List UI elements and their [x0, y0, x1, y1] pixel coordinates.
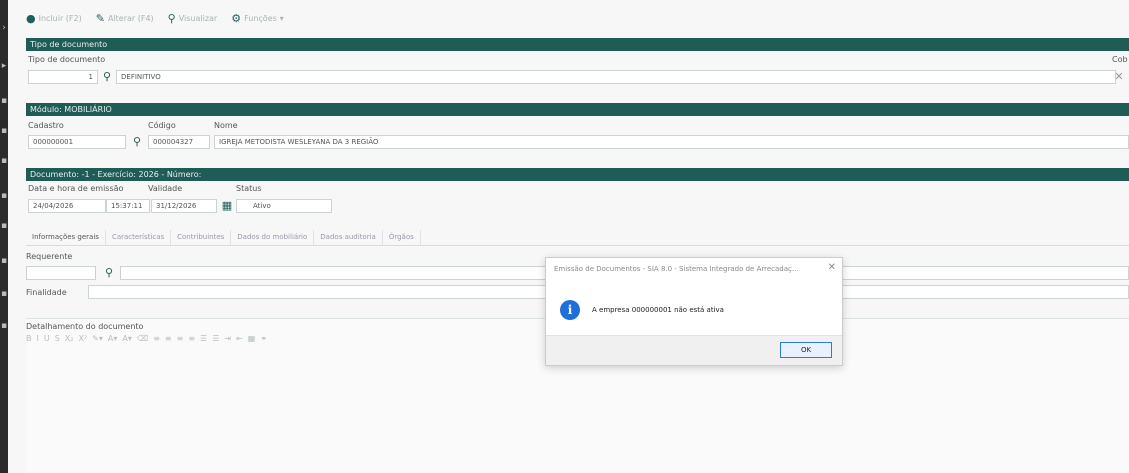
underline-icon[interactable]: U	[44, 334, 50, 343]
sidebar-icon[interactable]: ▪	[0, 220, 8, 232]
bold-icon[interactable]: B	[26, 334, 32, 343]
search-icon: ⚲	[167, 11, 176, 25]
plus-circle-icon: ●	[26, 11, 36, 25]
sidebar-icon[interactable]: ›	[0, 22, 8, 34]
align-center-icon[interactable]: ≡	[165, 334, 172, 343]
sidebar-icon[interactable]: ▪	[0, 95, 8, 107]
search-icon[interactable]: ⚲	[102, 266, 116, 280]
subscript-icon[interactable]: X₂	[65, 334, 74, 343]
chevron-down-icon: ▾	[279, 13, 284, 23]
functions-button[interactable]: ⚙ Funções ▾	[231, 12, 284, 25]
tipo-documento-code-input[interactable]: 1	[28, 70, 98, 84]
nome-label: Nome	[214, 121, 238, 130]
sidebar-icon[interactable]: ▪	[0, 190, 8, 202]
table-icon[interactable]: ▦	[248, 334, 256, 343]
sidebar-icon[interactable]: ▪	[0, 320, 8, 332]
tab-orgaos[interactable]: Órgãos	[383, 230, 421, 245]
info-icon: i	[560, 300, 580, 320]
main-app: ● Incluir (F2) ✎ Alterar (F4) ⚲ Visualiz…	[8, 0, 1129, 473]
tipo-documento-label: Tipo de documento	[28, 55, 106, 64]
emissao-date-input[interactable]: 24/04/2026	[28, 199, 106, 213]
gears-icon: ⚙	[231, 11, 242, 25]
link-icon[interactable]: ⚭	[260, 334, 267, 343]
format-toolbar: B I U S X₂ X² ✎▾ A▾ A▾ ⌫ ≡ ≡ ≡ ≡ ☰ ☰ ⇥ ⇤…	[26, 334, 267, 343]
section-header-modulo: Módulo: MOBILIÁRIO	[26, 103, 1129, 116]
tab-bar: Informações gerais Características Contr…	[26, 230, 1129, 246]
numbered-list-icon[interactable]: ☰	[212, 334, 219, 343]
highlight-icon[interactable]: ✎▾	[92, 334, 103, 343]
include-button[interactable]: ● Incluir (F2)	[26, 12, 82, 25]
dialog-message: A empresa 000000001 não está ativa	[592, 306, 724, 314]
font-size-icon[interactable]: A▾	[122, 334, 132, 343]
validade-label: Validade	[148, 184, 183, 193]
sidebar-icon[interactable]: ▪	[0, 255, 8, 267]
detalhamento-label: Detalhamento do documento	[26, 322, 144, 331]
section-header-documento: Documento: -1 - Exercício: 2026 - Número…	[26, 168, 1129, 181]
tipo-documento-name-field: DEFINITIVO	[116, 70, 1116, 84]
requerente-label: Requerente	[26, 252, 73, 261]
tab-contribuintes[interactable]: Contribuintes	[171, 230, 232, 245]
close-icon[interactable]: ✕	[1112, 70, 1126, 84]
emissao-label: Data e hora de emissão	[28, 184, 124, 193]
status-label: Status	[236, 184, 262, 193]
clear-format-icon[interactable]: ⌫	[137, 334, 148, 343]
codigo-label: Código	[148, 121, 176, 130]
edit-button[interactable]: ✎ Alterar (F4)	[96, 12, 154, 25]
search-icon[interactable]: ⚲	[130, 135, 144, 149]
codigo-field: 000004327	[148, 135, 210, 149]
left-sidebar: › ▸ ▪ ▪ ▪ ▪ ▪ ▪ ▪ ▪	[0, 0, 8, 473]
view-button[interactable]: ⚲ Visualizar	[168, 12, 218, 25]
finalidade-label: Finalidade	[26, 288, 67, 297]
search-icon[interactable]: ⚲	[100, 70, 114, 84]
sidebar-icon[interactable]: ▪	[0, 125, 8, 137]
message-dialog: Emissão de Documentos - SIA 8.0 - Sistem…	[545, 257, 843, 366]
cob-label: Cob	[1112, 55, 1128, 64]
superscript-icon[interactable]: X²	[78, 334, 87, 343]
tab-dados-auditoria[interactable]: Dados auditoria	[314, 230, 383, 245]
sidebar-icon[interactable]: ▸	[0, 60, 8, 72]
close-icon[interactable]: ✕	[828, 262, 836, 273]
italic-icon[interactable]: I	[37, 334, 39, 343]
align-left-icon[interactable]: ≡	[153, 334, 160, 343]
strikethrough-icon[interactable]: S	[55, 334, 60, 343]
nome-field: IGREJA METODISTA WESLEYANA DA 3 REGIÃO	[214, 135, 1129, 149]
outdent-icon[interactable]: ⇤	[236, 334, 243, 343]
ok-button[interactable]: OK	[780, 342, 832, 358]
calendar-icon[interactable]: ▦	[220, 199, 234, 213]
dialog-title: Emissão de Documentos - SIA 8.0 - Sistem…	[554, 265, 799, 273]
indent-icon[interactable]: ⇥	[224, 334, 231, 343]
emissao-time-input[interactable]: 15:37:11	[106, 199, 150, 213]
dialog-footer: OK	[546, 335, 842, 365]
font-color-icon[interactable]: A▾	[108, 334, 118, 343]
validade-input[interactable]: 31/12/2026	[151, 199, 217, 213]
sidebar-icon[interactable]: ▪	[0, 288, 8, 300]
tab-informacoes-gerais[interactable]: Informações gerais	[26, 230, 106, 245]
tab-caracteristicas[interactable]: Características	[106, 230, 172, 245]
pencil-icon: ✎	[95, 11, 105, 25]
align-right-icon[interactable]: ≡	[177, 334, 184, 343]
list-icon[interactable]: ☰	[200, 334, 207, 343]
sidebar-icon[interactable]: ▪	[0, 155, 8, 167]
requerente-input[interactable]	[26, 266, 96, 280]
cadastro-input[interactable]: 000000001	[28, 135, 126, 149]
section-header-tipo-documento: Tipo de documento	[26, 38, 1129, 51]
status-select[interactable]: Ativo	[236, 199, 332, 213]
justify-icon[interactable]: ≡	[188, 334, 195, 343]
tab-dados-mobiliario[interactable]: Dados do mobiliário	[231, 230, 315, 245]
toolbar: ● Incluir (F2) ✎ Alterar (F4) ⚲ Visualiz…	[8, 8, 1129, 28]
cadastro-label: Cadastro	[28, 121, 64, 130]
